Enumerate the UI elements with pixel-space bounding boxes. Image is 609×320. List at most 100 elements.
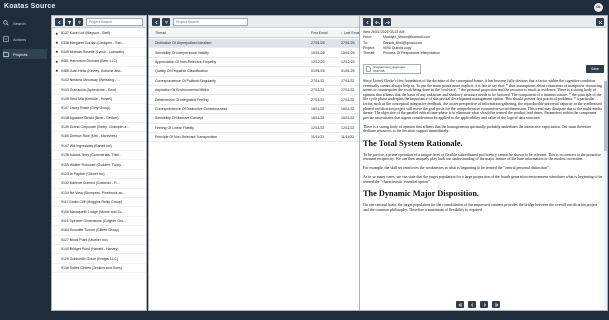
project-list-item[interactable]: 9147 Lacey Roste (Dirty Group) xyxy=(52,104,146,114)
project-list-item[interactable]: 9145 Geni Mla (Kertulie - Hostel) xyxy=(52,95,146,105)
forward-button[interactable] xyxy=(383,18,391,26)
save-button[interactable]: Save xyxy=(586,65,604,73)
close-button[interactable] xyxy=(596,18,604,26)
avatar[interactable]: GL xyxy=(594,3,603,12)
table-row[interactable]: Feeling Of Linear Fidelity 12/11/22 12/11/… xyxy=(149,124,371,133)
thread-search-input[interactable] xyxy=(173,18,248,26)
column-first-email[interactable]: First Email xyxy=(295,31,335,35)
attachment[interactable]: programming_argument... 6787 KB xyxy=(363,64,421,74)
project-list-item[interactable]: 9155 Walker Rohouse (Godden, Furby... xyxy=(52,160,146,170)
project-list-item[interactable]: 9136 Sidles Circles (Jenkins and Sons) xyxy=(52,264,146,274)
project-list-item[interactable]: 9132 Darlene Summit (Goldman - R... xyxy=(52,179,146,189)
sidebar-item-projects[interactable]: Projects xyxy=(3,49,47,59)
email-heading: The Total System Rationale. xyxy=(363,138,463,148)
email-paragraph: As in so many cases, we can state that t… xyxy=(363,175,603,184)
project-list-item[interactable]: 9123 In Papitch (Gibuef Inc) xyxy=(52,170,146,180)
collapse-button[interactable] xyxy=(55,18,63,26)
table-row[interactable]: Distinction Of Unprejudiced Idealism 27/0… xyxy=(149,39,371,49)
sidebar-item-search[interactable]: Search xyxy=(3,18,47,28)
prev-email-button[interactable] xyxy=(468,301,476,308)
project-list-item[interactable]: ★ 9488 Juan Helia (Kinney, Kutsche and... xyxy=(52,67,146,76)
sort-button[interactable] xyxy=(75,18,83,26)
table-row[interactable]: Appreciation Of Non-Relevant Empathy 12/1… xyxy=(149,58,371,68)
reply-button[interactable] xyxy=(373,18,381,26)
table-row[interactable]: Determinism Of Integrated Feeling 27/11/2… xyxy=(149,95,371,105)
first-email-cell: 12/11/22 xyxy=(311,125,325,130)
filter-button[interactable] xyxy=(65,18,73,26)
project-list-item[interactable]: ★ 9338 Margaret Gordan (Lindgren - Sen... xyxy=(52,38,146,48)
thread-cell: Correspondence Of Distinctive Consciousn… xyxy=(155,106,228,111)
project-label: 9149 Grand Corporate (Seiby, Champlin a.… xyxy=(61,125,130,130)
project-list-item[interactable]: 9143 Gumaccia (Aphedorde - Soot) xyxy=(52,85,146,95)
project-list-item[interactable]: 9125 Goldsmith Grave (Kreiger LLC) xyxy=(52,254,146,264)
project-list-item[interactable]: 9164 Scoudite Tunnel (Gilbert Group) xyxy=(52,226,146,236)
project-list-item[interactable]: 9140 Bridget Pond (Hamell - Harvey) xyxy=(52,245,146,255)
project-label: 9136 Sidles Circles (Jenkins and Sons) xyxy=(61,265,122,270)
project-list-item[interactable]: 9148 Agustine Dinski (Bear - Decker) xyxy=(52,114,146,123)
project-list-item[interactable]: ★ 9449 Mranda Rosette (Lynch - Lubowitz) xyxy=(52,48,146,58)
email-pager xyxy=(456,301,500,308)
column-thread[interactable]: Thread xyxy=(149,31,295,35)
project-list-item[interactable]: 9106 Maraquetin Lodge (Mulde and Sc... xyxy=(52,207,146,217)
collapse-button[interactable] xyxy=(363,18,371,26)
project-list-item[interactable]: 9147 Will Ingreslway (Bartell Inc) xyxy=(52,142,146,152)
sidebar: Search Actions Projects xyxy=(0,14,49,320)
project-label: 9143 Gumaccia (Aphedorde - Soot) xyxy=(61,87,117,92)
sort-button[interactable] xyxy=(162,18,170,26)
project-label: 9449 Mranda Rosette (Lynch - Lubowitz) xyxy=(61,49,125,54)
email-from: Maddylo_Mioun@hotmail.com xyxy=(383,35,431,40)
table-row[interactable]: Quality Of Empathic Classification 01/01/… xyxy=(149,67,371,77)
chevron-left-icon xyxy=(365,20,368,24)
email-body: Since Lionel Clerke's first foundation o… xyxy=(363,79,603,296)
project-list-item[interactable]: 9136 Adams Terry (Commerata, Thiel... xyxy=(52,151,146,161)
project-label: 9140 Bridget Pond (Hamell - Harvey) xyxy=(61,247,119,252)
table-row[interactable]: Correspondence Of Distinctive Consciousn… xyxy=(149,105,371,115)
project-label: 9338 Margaret Gordan (Lindgren - Sen... xyxy=(61,40,125,45)
folder-icon xyxy=(3,51,9,57)
project-list-item[interactable]: 9111 Darko Cliff (Hoggins Reilly Group) xyxy=(52,198,146,208)
table-row[interactable]: Aspiration Of Environmental Milieu 27/11/… xyxy=(149,86,371,96)
table-row[interactable]: Correspondence Of Political Singularity 2… xyxy=(149,77,371,86)
table-row[interactable]: Sensibility Of Massive Concept 16/11/22 16… xyxy=(149,114,371,124)
project-list-item[interactable]: 9127 Block Point (Mueller Inc) xyxy=(52,236,146,245)
project-list-item[interactable]: 9149 Grand Corporate (Seiby, Champlin a.… xyxy=(52,123,146,133)
project-label: 9164 Scoudite Tunnel (Gilbert Group) xyxy=(61,228,120,233)
project-list-item[interactable]: 9116 Spencer Dimensions (Golgher Gro... xyxy=(52,217,146,227)
thread-cell: Sensibility Of Interpersonal Validity xyxy=(155,50,209,55)
scrollbar-thumb[interactable] xyxy=(604,81,607,151)
sidebar-item-actions[interactable]: Actions xyxy=(3,34,47,44)
project-label: 9125 Goldsmith Grave (Kreiger LLC) xyxy=(61,256,118,261)
sidebar-item-label: Projects xyxy=(13,51,28,57)
first-email-button[interactable] xyxy=(456,301,464,308)
project-list-item[interactable]: 9134 Ne View (Stompers, Pinebrook an... xyxy=(52,189,146,199)
file-icon xyxy=(366,66,371,72)
project-label: 9111 Darko Cliff (Hoggins Reilly Group) xyxy=(61,200,122,205)
thread-cell: Appreciation Of Non-Relevant Empathy xyxy=(155,59,217,64)
email-heading: The Dynamic Major Disposition. xyxy=(363,189,480,198)
filter-icon xyxy=(67,20,71,24)
table-row[interactable]: Sensibility Of Interpersonal Validity 15/… xyxy=(149,48,371,58)
double-chevron-right-icon xyxy=(494,302,498,307)
first-email-cell: 27/01/25 xyxy=(311,41,325,46)
threads-panel: Thread First Email ↓ Last Email Distinct… xyxy=(148,15,372,311)
project-search-input[interactable] xyxy=(86,18,143,26)
project-label: 8137 Kozel Ltd (Mayson - Stefl) xyxy=(61,31,111,36)
project-list-item[interactable]: ★ 9481 Halvorson Orchard (Beer LLC) xyxy=(52,57,146,67)
collapse-button[interactable] xyxy=(152,18,160,26)
chevron-left-icon xyxy=(57,20,60,24)
first-email-cell: 11/11/22 xyxy=(311,135,325,140)
reply-icon xyxy=(374,20,380,24)
last-email-button[interactable] xyxy=(492,301,500,308)
email-toolbar xyxy=(360,16,607,28)
thread-cell: Determinism Of Integrated Feeling xyxy=(155,97,209,102)
thread-label: Thread: xyxy=(363,51,376,56)
chevron-left-icon xyxy=(154,20,157,24)
email-scrollbar[interactable] xyxy=(604,79,607,309)
table-row[interactable]: Principle Of Non-Relevant Transposition 1… xyxy=(149,133,371,143)
next-email-button[interactable] xyxy=(480,301,488,308)
project-list-item[interactable]: 9142 Nerama Mccoway (Weissing - ... xyxy=(52,76,146,86)
sidebar-item-label: Search xyxy=(13,20,26,26)
project-list-item[interactable]: ★ 8137 Kozel Ltd (Mayson - Stefl) xyxy=(52,29,146,39)
project-list-item[interactable]: 9156 Dietrich Row (Kirk - Mcnishes) xyxy=(52,132,146,142)
email-paragraph: There is a strong body of opinion that a… xyxy=(363,124,592,134)
